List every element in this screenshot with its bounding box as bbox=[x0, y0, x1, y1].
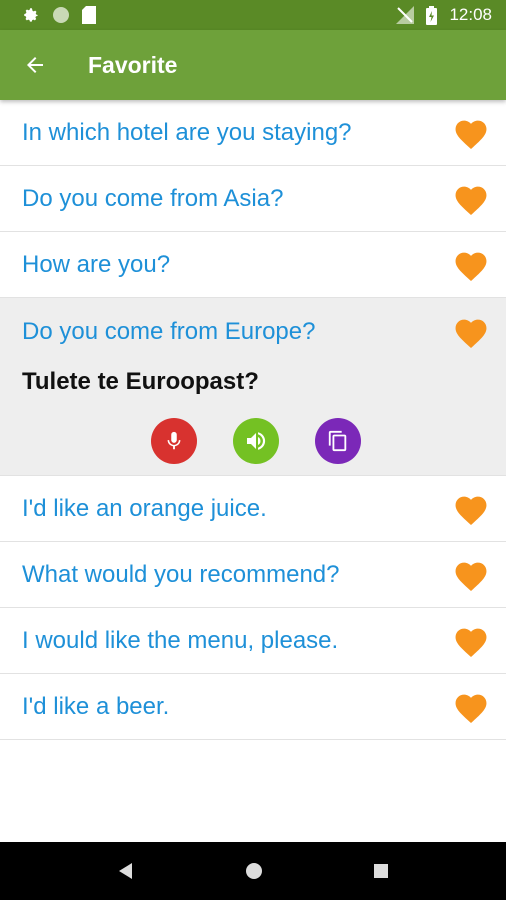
heart-icon[interactable] bbox=[452, 248, 490, 282]
record-button[interactable] bbox=[151, 418, 197, 464]
back-triangle-icon[interactable] bbox=[117, 862, 135, 880]
heart-icon[interactable] bbox=[452, 116, 490, 150]
phrase-text: How are you? bbox=[22, 250, 171, 278]
status-left-icons bbox=[22, 6, 96, 24]
back-button[interactable] bbox=[0, 30, 70, 100]
copy-icon bbox=[328, 430, 347, 452]
phrase-text: In which hotel are you staying? bbox=[22, 118, 352, 146]
arrow-left-icon bbox=[27, 57, 43, 73]
heart-icon[interactable] bbox=[452, 558, 490, 592]
recents-square-icon[interactable] bbox=[373, 863, 389, 879]
heart-icon[interactable] bbox=[452, 624, 490, 658]
phrase-actions bbox=[22, 418, 490, 464]
status-time: 12:08 bbox=[449, 5, 492, 24]
list-item[interactable]: I would like the menu, please. bbox=[0, 608, 506, 674]
circle-icon bbox=[53, 7, 69, 23]
gear-icon bbox=[24, 8, 38, 22]
copy-button[interactable] bbox=[315, 418, 361, 464]
no-signal-icon bbox=[396, 6, 415, 24]
heart-icon[interactable] bbox=[452, 182, 490, 216]
home-circle-icon[interactable] bbox=[245, 862, 263, 880]
play-audio-button[interactable] bbox=[233, 418, 279, 464]
list-item[interactable]: I'd like an orange juice. bbox=[0, 476, 506, 542]
list-item[interactable]: How are you? bbox=[0, 232, 506, 298]
expanded-header: Do you come from Europe? bbox=[22, 298, 490, 366]
phrase-text: What would you recommend? bbox=[22, 560, 340, 588]
status-bar: 12:08 bbox=[0, 0, 506, 30]
heart-icon[interactable] bbox=[452, 315, 490, 349]
list-item[interactable]: Do you come from Asia? bbox=[0, 166, 506, 232]
system-nav-bar bbox=[0, 842, 506, 900]
phrase-text: I would like the menu, please. bbox=[22, 626, 339, 654]
speaker-icon bbox=[247, 432, 266, 450]
status-right-icons: 12:08 bbox=[396, 5, 492, 25]
phrase-text: Do you come from Europe? bbox=[22, 318, 316, 345]
list-item-expanded[interactable]: Do you come from Europe? Tulete te Euroo… bbox=[0, 298, 506, 476]
phrase-text: I'd like a beer. bbox=[22, 692, 170, 720]
sd-card-icon bbox=[82, 6, 96, 24]
page-title: Favorite bbox=[88, 51, 178, 78]
app-bar: Favorite bbox=[0, 30, 506, 100]
translation-text: Tulete te Euroopast? bbox=[22, 368, 259, 395]
phrase-text: I'd like an orange juice. bbox=[22, 494, 267, 522]
favorites-list: In which hotel are you staying? Do you c… bbox=[0, 100, 506, 740]
heart-icon[interactable] bbox=[452, 492, 490, 526]
list-item[interactable]: I'd like a beer. bbox=[0, 674, 506, 740]
battery-icon bbox=[426, 5, 438, 25]
list-item[interactable]: In which hotel are you staying? bbox=[0, 100, 506, 166]
phrase-text: Do you come from Asia? bbox=[22, 184, 284, 212]
heart-icon[interactable] bbox=[452, 690, 490, 724]
list-item[interactable]: What would you recommend? bbox=[0, 542, 506, 608]
microphone-icon bbox=[167, 431, 181, 450]
